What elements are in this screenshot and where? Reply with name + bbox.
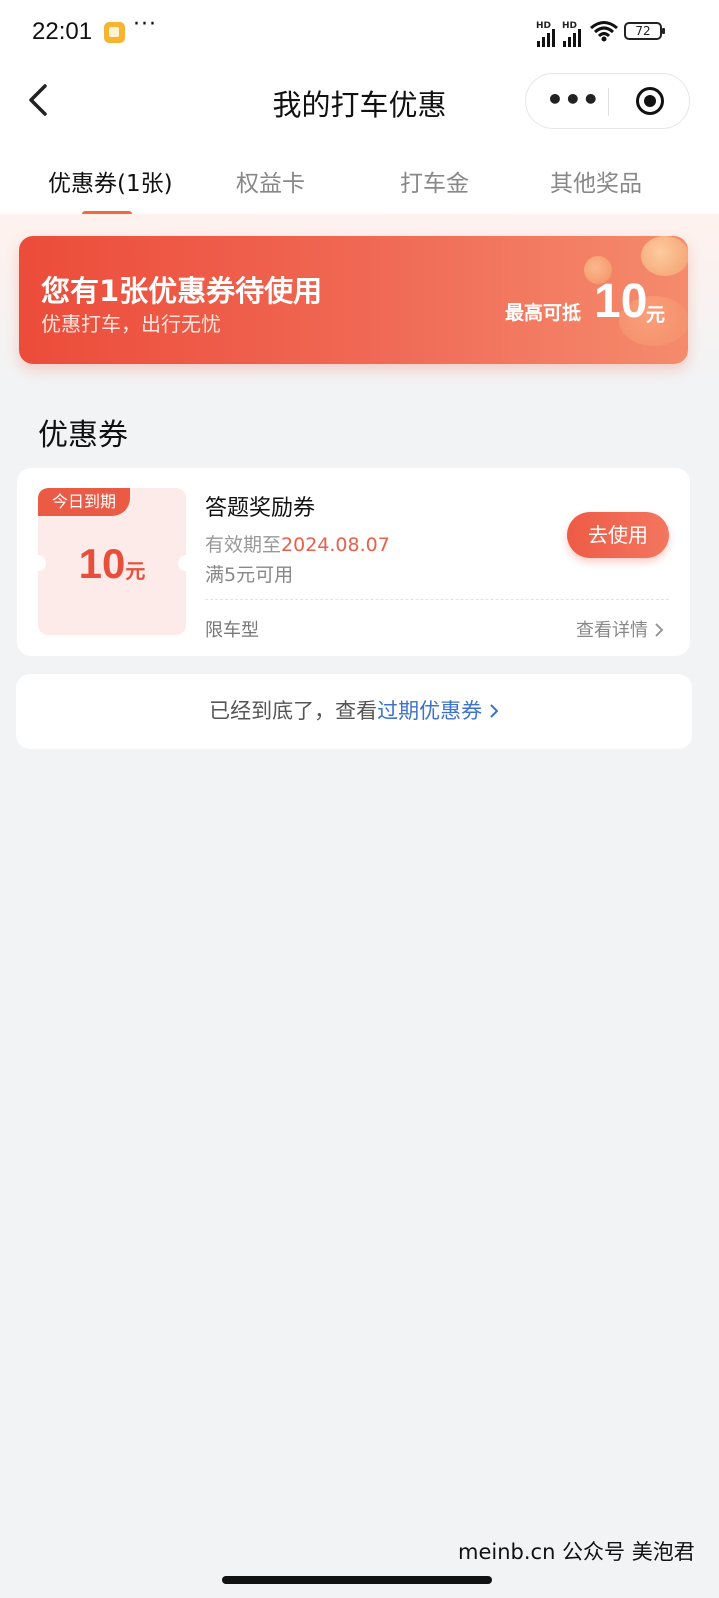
view-details-label: 查看详情 [576, 620, 648, 641]
watermark-text: meinb.cn 公众号 美泡君 [458, 1540, 695, 1564]
coin-decoration [641, 236, 688, 276]
coupon-stub: 今日到期 10元 [38, 488, 186, 635]
tab-coupons[interactable]: 优惠券(1张) [48, 164, 173, 198]
signal-icon: HD [536, 21, 555, 47]
chevron-right-icon [655, 623, 664, 637]
banner-max-amount: 10 [594, 275, 648, 328]
validity-prefix: 有效期至 [205, 534, 282, 556]
dashed-divider [205, 599, 669, 600]
tab-ride-credits[interactable]: 打车金 [400, 164, 469, 198]
signal-icon: HD [562, 21, 581, 47]
coupon-restriction: 限车型 [205, 620, 259, 641]
mini-program-capsule: ••• [525, 73, 690, 129]
tab-benefit-cards[interactable]: 权益卡 [236, 164, 305, 198]
status-more-icon: ··· [133, 12, 157, 37]
tab-other-prizes[interactable]: 其他奖品 [550, 164, 642, 198]
end-of-list-text: 已经到底了，查看 [209, 699, 378, 723]
banner-subtitle: 优惠打车，出行无忧 [41, 312, 221, 336]
close-mini-program-button[interactable] [636, 87, 664, 115]
view-details-link[interactable]: 查看详情 [576, 616, 664, 642]
expiry-badge: 今日到期 [38, 488, 131, 516]
battery-icon: 72 [624, 22, 665, 40]
chevron-right-icon [490, 704, 499, 718]
notification-app-icon [104, 22, 125, 43]
coupon-validity: 有效期至2024.08.07 [205, 530, 390, 557]
expired-coupons-link[interactable]: 过期优惠券 [377, 699, 499, 723]
coupon-amount: 10元 [38, 540, 186, 588]
coupon-summary-banner: 您有1张优惠券待使用 优惠打车，出行无忧 最高可抵 10 元 [19, 236, 688, 364]
status-indicators: HD HD [536, 20, 619, 47]
status-time: 22:01 [32, 18, 93, 45]
coupon-name: 答题奖励券 [205, 496, 316, 521]
banner-title: 您有1张优惠券待使用 [41, 274, 323, 308]
wifi-icon [589, 20, 619, 47]
banner-max-label: 最高可抵 [505, 302, 582, 324]
coupon-card: 今日到期 10元 答题奖励券 有效期至2024.08.07 满5元可用 去使用 … [17, 468, 690, 656]
coupon-amount-unit: 元 [125, 559, 146, 583]
validity-date: 2024.08.07 [281, 534, 390, 556]
use-coupon-button[interactable]: 去使用 [567, 512, 669, 558]
capsule-divider [608, 88, 609, 116]
section-title: 优惠券 [38, 418, 128, 453]
end-of-list-notice: 已经到底了，查看过期优惠券 [16, 674, 692, 749]
more-menu-button[interactable]: ••• [546, 82, 600, 118]
home-indicator[interactable] [222, 1576, 492, 1584]
coupon-amount-value: 10 [78, 540, 126, 587]
banner-max-unit: 元 [646, 304, 666, 326]
expired-coupons-label: 过期优惠券 [377, 699, 483, 723]
coupon-condition: 满5元可用 [205, 564, 294, 586]
